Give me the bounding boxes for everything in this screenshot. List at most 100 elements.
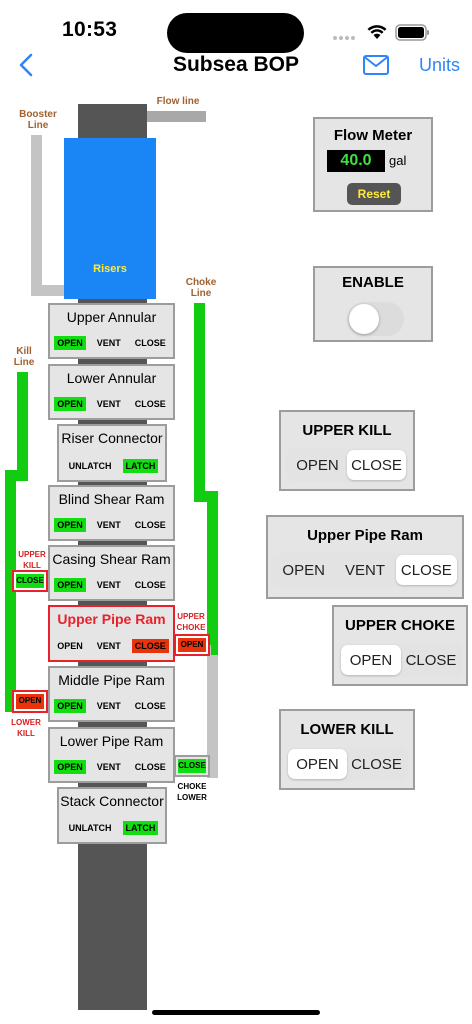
riser-connector-latch[interactable]: LATCH xyxy=(122,459,159,473)
upper-pipe-ram-open[interactable]: OPEN xyxy=(54,639,86,653)
upper-pipe-ram-seg-close[interactable]: CLOSE xyxy=(395,555,457,585)
flow-meter-title: Flow Meter xyxy=(333,127,413,144)
upper-kill-panel: UPPER KILL OPEN CLOSE xyxy=(279,410,415,491)
dynamic-island xyxy=(167,13,304,53)
enable-toggle[interactable] xyxy=(347,302,404,336)
lower-annular-vent[interactable]: VENT xyxy=(94,397,124,411)
upper-choke-segmented[interactable]: OPEN CLOSE xyxy=(339,643,463,677)
blind-shear-ram-close[interactable]: CLOSE xyxy=(132,518,169,532)
lower-kill-segmented[interactable]: OPEN CLOSE xyxy=(286,747,408,781)
casing-shear-ram-vent[interactable]: VENT xyxy=(94,578,124,592)
risers-label: Risers xyxy=(93,263,127,275)
upper-choke-label: UPPER CHOKE xyxy=(176,612,206,632)
choke-line-label: Choke Line xyxy=(185,277,217,299)
kill-line-pipe-upper xyxy=(17,372,28,475)
upper-choke-open[interactable]: OPEN xyxy=(341,645,401,675)
upper-pipe-ram-segmented[interactable]: OPEN VENT CLOSE xyxy=(271,553,459,587)
flow-meter-unit: gal xyxy=(389,153,407,168)
upper-kill-close[interactable]: CLOSE xyxy=(347,450,406,480)
upper-annular-vent[interactable]: VENT xyxy=(94,336,124,350)
upper-pipe-ram-title: Upper Pipe Ram xyxy=(57,611,166,627)
blind-shear-ram-title: Blind Shear Ram xyxy=(58,491,165,507)
middle-pipe-ram-vent[interactable]: VENT xyxy=(94,699,124,713)
risers-block: Risers xyxy=(64,138,156,299)
upper-choke-valve-state: OPEN xyxy=(178,638,206,652)
upper-choke-title: UPPER CHOKE xyxy=(344,617,456,634)
upper-choke-panel: UPPER CHOKE OPEN CLOSE xyxy=(332,605,468,686)
blind-shear-ram-vent[interactable]: VENT xyxy=(94,518,124,532)
upper-annular-close[interactable]: CLOSE xyxy=(132,336,169,350)
mail-icon[interactable] xyxy=(363,55,389,80)
status-time: 10:53 xyxy=(62,18,118,41)
upper-pipe-ram-vent[interactable]: VENT xyxy=(94,639,124,653)
blind-shear-ram-open[interactable]: OPEN xyxy=(54,518,86,532)
blind-shear-ram-control[interactable]: Blind Shear Ram OPEN VENT CLOSE xyxy=(48,485,175,541)
choke-lower-valve[interactable]: CLOSE xyxy=(174,755,210,777)
lower-annular-title: Lower Annular xyxy=(66,370,157,386)
stack-connector-control[interactable]: Stack Connector UNLATCH LATCH xyxy=(57,787,167,844)
lower-kill-valve-state: OPEN xyxy=(16,694,44,709)
lower-kill-open[interactable]: OPEN xyxy=(288,749,347,779)
upper-kill-label: UPPER KILL xyxy=(18,550,46,570)
choke-line-pipe-upper xyxy=(194,303,205,493)
upper-pipe-ram-panel: Upper Pipe Ram OPEN VENT CLOSE xyxy=(266,515,464,599)
upper-kill-valve[interactable]: CLOSE xyxy=(12,570,48,592)
lower-annular-close[interactable]: CLOSE xyxy=(132,397,169,411)
lower-annular-control[interactable]: Lower Annular OPEN VENT CLOSE xyxy=(48,364,175,420)
lower-kill-close[interactable]: CLOSE xyxy=(347,749,406,779)
upper-annular-open[interactable]: OPEN xyxy=(54,336,86,350)
middle-pipe-ram-title: Middle Pipe Ram xyxy=(58,672,165,688)
riser-connector-title: Riser Connector xyxy=(61,430,163,446)
flow-line-pipe xyxy=(147,111,206,122)
lower-pipe-ram-close[interactable]: CLOSE xyxy=(132,760,169,774)
upper-pipe-ram-close[interactable]: CLOSE xyxy=(131,639,169,653)
lower-annular-open[interactable]: OPEN xyxy=(54,397,86,411)
stack-column-bottom xyxy=(78,840,147,1010)
reset-button[interactable]: Reset xyxy=(347,183,401,205)
lower-pipe-ram-control[interactable]: Lower Pipe Ram OPEN VENT CLOSE xyxy=(48,727,175,783)
stack-connector-unlatch[interactable]: UNLATCH xyxy=(66,821,115,835)
booster-line-label: Booster Line xyxy=(19,109,57,131)
upper-kill-open[interactable]: OPEN xyxy=(288,450,347,480)
choke-lower-label: CHOKE LOWER xyxy=(177,782,207,802)
riser-connector-control[interactable]: Riser Connector UNLATCH LATCH xyxy=(57,424,167,482)
upper-kill-title: UPPER KILL xyxy=(302,422,392,439)
upper-annular-control[interactable]: Upper Annular OPEN VENT CLOSE xyxy=(48,303,175,359)
page-title: Subsea BOP xyxy=(172,53,300,76)
stack-connector-latch[interactable]: LATCH xyxy=(122,821,159,835)
lower-kill-label: LOWER KILL xyxy=(11,718,41,738)
flow-meter-panel: Flow Meter 40.0 gal Reset xyxy=(313,117,433,212)
flow-meter-value: 40.0 xyxy=(327,150,385,172)
lower-pipe-ram-title: Lower Pipe Ram xyxy=(59,733,164,749)
upper-pipe-ram-seg-open[interactable]: OPEN xyxy=(273,555,334,585)
enable-panel: ENABLE xyxy=(313,266,433,342)
stack-connector-title: Stack Connector xyxy=(60,793,164,809)
wifi-icon xyxy=(366,23,388,45)
choke-lower-valve-state: CLOSE xyxy=(178,759,206,773)
enable-toggle-knob xyxy=(349,304,379,334)
upper-kill-segmented[interactable]: OPEN CLOSE xyxy=(286,448,408,482)
units-button[interactable]: Units xyxy=(419,55,460,76)
upper-choke-close[interactable]: CLOSE xyxy=(401,645,461,675)
lower-kill-title: LOWER KILL xyxy=(300,721,394,738)
lower-pipe-ram-open[interactable]: OPEN xyxy=(54,760,86,774)
flow-line-label: Flow line xyxy=(156,96,200,107)
upper-pipe-ram-panel-title: Upper Pipe Ram xyxy=(307,527,423,544)
upper-pipe-ram-seg-vent[interactable]: VENT xyxy=(334,555,395,585)
upper-pipe-ram-control[interactable]: Upper Pipe Ram OPEN VENT CLOSE xyxy=(48,605,175,662)
lower-kill-valve[interactable]: OPEN xyxy=(12,690,48,713)
casing-shear-ram-title: Casing Shear Ram xyxy=(52,551,171,567)
booster-line-pipe-vertical xyxy=(31,135,42,295)
middle-pipe-ram-close[interactable]: CLOSE xyxy=(132,699,169,713)
casing-shear-ram-control[interactable]: Casing Shear Ram OPEN VENT CLOSE xyxy=(48,545,175,601)
upper-kill-valve-state: CLOSE xyxy=(16,574,44,588)
middle-pipe-ram-open[interactable]: OPEN xyxy=(54,699,86,713)
middle-pipe-ram-control[interactable]: Middle Pipe Ram OPEN VENT CLOSE xyxy=(48,666,175,722)
upper-choke-valve[interactable]: OPEN xyxy=(174,634,210,656)
lower-pipe-ram-vent[interactable]: VENT xyxy=(94,760,124,774)
battery-icon xyxy=(395,24,431,46)
casing-shear-ram-open[interactable]: OPEN xyxy=(54,578,86,592)
riser-connector-unlatch[interactable]: UNLATCH xyxy=(66,459,115,473)
casing-shear-ram-close[interactable]: CLOSE xyxy=(132,578,169,592)
stack-column-top xyxy=(78,104,147,138)
